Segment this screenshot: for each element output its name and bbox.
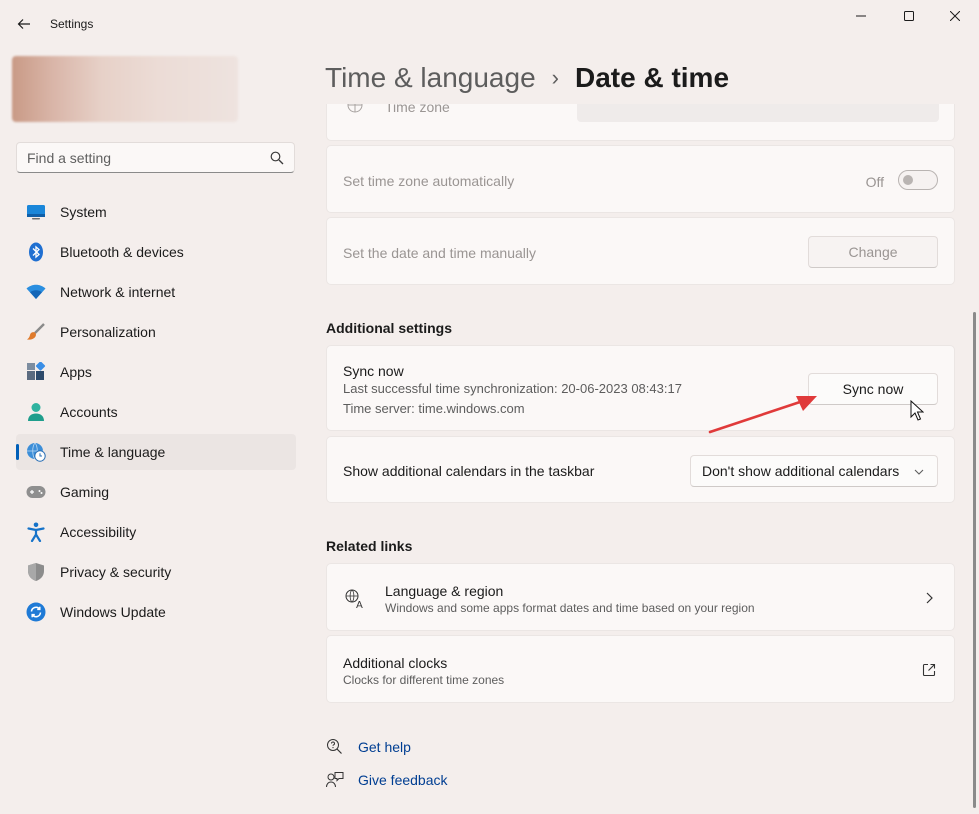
chevron-down-icon	[914, 469, 924, 475]
give-feedback-text[interactable]: Give feedback	[358, 772, 448, 788]
sidebar-item-label: Personalization	[60, 324, 156, 340]
calendars-label: Show additional calendars in the taskbar	[343, 463, 595, 479]
additional-clocks-link[interactable]: Additional clocks Clocks for different t…	[326, 635, 955, 703]
search-box[interactable]	[16, 142, 295, 173]
additional-clocks-title: Additional clocks	[343, 655, 448, 671]
apps-icon	[26, 362, 46, 382]
get-help-link[interactable]: Get help	[326, 735, 411, 759]
time-server-text: Time server: time.windows.com	[343, 401, 525, 416]
brush-icon	[26, 322, 46, 342]
back-button[interactable]	[12, 12, 36, 36]
update-icon	[26, 602, 46, 622]
calendars-dropdown-value: Don't show additional calendars	[702, 463, 900, 479]
manual-time-label: Set the date and time manually	[343, 245, 537, 261]
get-help-text[interactable]: Get help	[358, 739, 411, 755]
sidebar-item-privacy[interactable]: Privacy & security	[16, 554, 296, 590]
close-button[interactable]	[932, 0, 978, 32]
sidebar-item-accessibility[interactable]: Accessibility	[16, 514, 296, 550]
sidebar-item-bluetooth[interactable]: Bluetooth & devices	[16, 234, 296, 270]
shield-icon	[26, 562, 46, 582]
globe-icon	[347, 104, 363, 120]
sidebar-item-label: Network & internet	[60, 284, 176, 300]
search-input[interactable]	[27, 149, 267, 167]
monitor-icon	[26, 202, 46, 222]
gamepad-icon	[26, 482, 46, 502]
person-icon	[26, 402, 46, 422]
breadcrumb-parent[interactable]: Time & language	[325, 62, 536, 94]
external-link-icon	[922, 663, 936, 677]
annotation-arrow	[708, 396, 817, 434]
svg-text:A: A	[356, 600, 363, 609]
globe-clock-icon	[26, 442, 46, 462]
sidebar-item-label: Accounts	[60, 404, 118, 420]
change-button[interactable]: Change	[808, 236, 938, 268]
page-title: Date & time	[574, 62, 730, 93]
scrollbar-thumb[interactable]	[973, 312, 976, 808]
time-zone-dropdown	[577, 104, 939, 122]
sidebar-item-time-language[interactable]: Time & language	[16, 434, 296, 470]
time-zone-label: Time zone	[385, 104, 450, 115]
help-icon	[327, 739, 342, 754]
language-icon: A	[345, 589, 365, 614]
avatar[interactable]	[12, 56, 238, 122]
close-icon	[950, 11, 960, 21]
mouse-cursor-icon	[910, 400, 924, 421]
feedback-icon	[326, 772, 344, 788]
sidebar-nav: System Bluetooth & devices Network & int…	[16, 194, 296, 634]
related-links-heading: Related links	[326, 538, 413, 554]
app-title: Settings	[50, 17, 94, 31]
breadcrumb: Time & language › Date & time	[325, 58, 729, 98]
sidebar-item-gaming[interactable]: Gaming	[16, 474, 296, 510]
sidebar-item-label: Bluetooth & devices	[60, 244, 184, 260]
sidebar-item-label: Windows Update	[60, 604, 166, 620]
sidebar-item-label: Apps	[60, 364, 92, 380]
sidebar-item-label: Time & language	[60, 444, 166, 460]
auto-timezone-toggle[interactable]	[898, 170, 938, 190]
give-feedback-link[interactable]: Give feedback	[326, 768, 448, 792]
time-zone-card: Time zone	[326, 104, 955, 141]
sidebar-item-label: Gaming	[60, 484, 110, 500]
breadcrumb-chevron-icon: ›	[551, 65, 559, 90]
sidebar-item-system[interactable]: System	[16, 194, 296, 230]
calendars-dropdown[interactable]: Don't show additional calendars	[690, 455, 938, 487]
sidebar-item-windows-update[interactable]: Windows Update	[16, 594, 296, 630]
sync-card: Sync now Last successful time synchroniz…	[326, 345, 955, 431]
auto-timezone-label: Set time zone automatically	[343, 173, 515, 189]
back-arrow-icon	[17, 19, 30, 29]
toggle-state-label: Off	[865, 174, 884, 190]
sidebar-item-network[interactable]: Network & internet	[16, 274, 296, 310]
calendars-card: Show additional calendars in the taskbar…	[326, 436, 955, 503]
manual-time-card: Set the date and time manually Change	[326, 217, 955, 285]
language-region-subtitle: Windows and some apps format dates and t…	[385, 601, 755, 615]
additional-clocks-subtitle: Clocks for different time zones	[343, 673, 505, 687]
sidebar-item-accounts[interactable]: Accounts	[16, 394, 296, 430]
sidebar-item-label: Accessibility	[60, 524, 137, 540]
additional-settings-heading: Additional settings	[326, 320, 452, 336]
minimize-icon	[856, 15, 866, 17]
last-sync-text: Last successful time synchronization: 20…	[343, 381, 682, 396]
language-region-link[interactable]: A Language & region Windows and some app…	[326, 563, 955, 631]
title-bar: Settings	[0, 0, 979, 48]
language-region-title: Language & region	[385, 583, 504, 599]
chevron-right-icon	[926, 592, 933, 604]
sync-title: Sync now	[343, 363, 404, 379]
sidebar-item-label: Privacy & security	[60, 564, 172, 580]
maximize-icon	[904, 11, 914, 21]
sidebar-item-personalization[interactable]: Personalization	[16, 314, 296, 350]
search-icon[interactable]	[270, 151, 284, 165]
accessibility-icon	[26, 522, 46, 542]
auto-timezone-card: Set time zone automatically Off	[326, 145, 955, 213]
sidebar-item-label: System	[60, 204, 107, 220]
minimize-button[interactable]	[838, 0, 884, 32]
sidebar-item-apps[interactable]: Apps	[16, 354, 296, 390]
maximize-button[interactable]	[886, 0, 932, 32]
bluetooth-icon	[26, 242, 46, 262]
wifi-icon	[26, 282, 46, 302]
